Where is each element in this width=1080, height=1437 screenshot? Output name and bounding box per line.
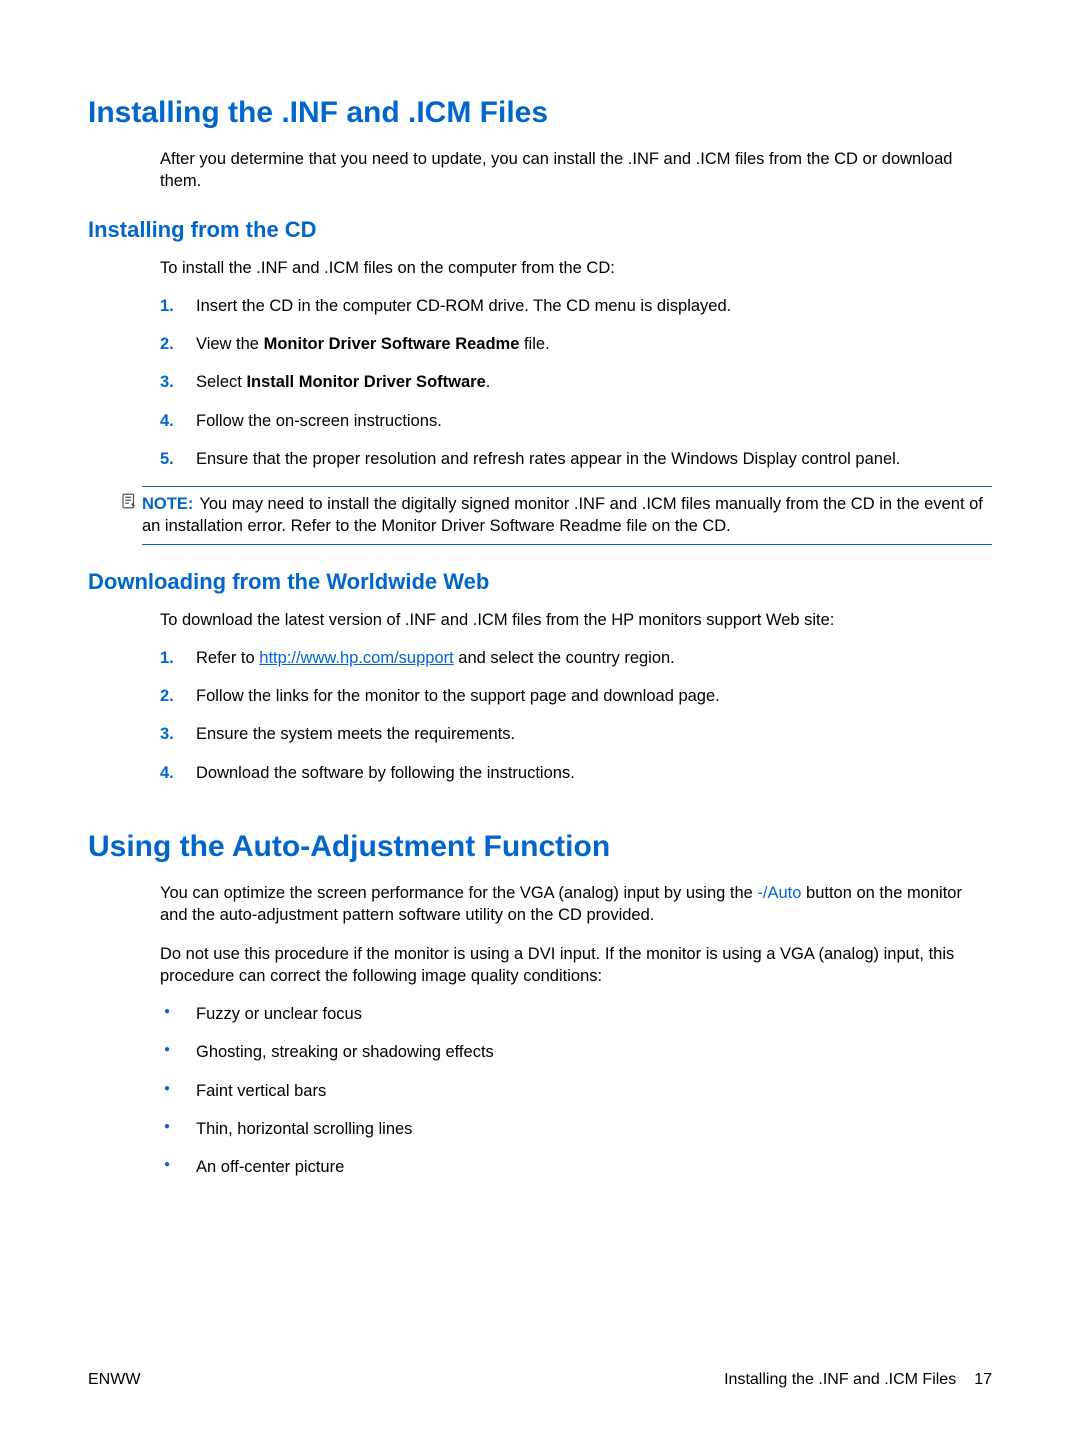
web-intro-paragraph: To download the latest version of .INF a…	[88, 609, 992, 631]
heading-installing-from-cd: Installing from the CD	[88, 217, 992, 243]
step-text-post: and select the country region.	[454, 649, 675, 667]
p1-pre: You can optimize the screen performance …	[160, 884, 757, 902]
step-number: 5.	[160, 448, 174, 470]
list-item: 2. Follow the links for the monitor to t…	[160, 685, 992, 707]
step-text-pre: Refer to	[196, 649, 259, 667]
page-footer: ENWW Installing the .INF and .ICM Files …	[88, 1371, 992, 1389]
conditions-list: Fuzzy or unclear focus Ghosting, streaki…	[88, 1003, 992, 1178]
step-text: Ensure the system meets the requirements…	[196, 725, 515, 743]
list-item: 2. View the Monitor Driver Software Read…	[160, 333, 992, 355]
note-text: You may need to install the digitally si…	[142, 495, 983, 535]
cd-steps-list: 1. Insert the CD in the computer CD-ROM …	[88, 295, 992, 470]
step-number: 4.	[160, 762, 174, 784]
list-item: 5. Ensure that the proper resolution and…	[160, 448, 992, 470]
step-text: Insert the CD in the computer CD-ROM dri…	[196, 297, 731, 315]
step-number: 4.	[160, 410, 174, 432]
step-text-bold: Install Monitor Driver Software	[246, 373, 485, 391]
list-item: An off-center picture	[160, 1156, 992, 1178]
bullet-text: Thin, horizontal scrolling lines	[196, 1120, 412, 1138]
step-number: 1.	[160, 295, 174, 317]
auto-adj-paragraph-2: Do not use this procedure if the monitor…	[88, 943, 992, 988]
cd-intro-paragraph: To install the .INF and .ICM files on th…	[88, 257, 992, 279]
footer-right: Installing the .INF and .ICM Files 17	[724, 1371, 992, 1389]
list-item: 1. Refer to http://www.hp.com/support an…	[160, 647, 992, 669]
step-text-pre: Select	[196, 373, 246, 391]
note-label: NOTE:	[142, 495, 199, 513]
step-number: 3.	[160, 371, 174, 393]
intro-paragraph: After you determine that you need to upd…	[88, 148, 992, 193]
step-text-bold: Monitor Driver Software Readme	[264, 335, 520, 353]
list-item: 4. Download the software by following th…	[160, 762, 992, 784]
step-number: 1.	[160, 647, 174, 669]
web-steps-list: 1. Refer to http://www.hp.com/support an…	[88, 647, 992, 784]
step-text: Download the software by following the i…	[196, 764, 575, 782]
note-block: NOTE:You may need to install the digital…	[142, 486, 992, 545]
page-number: 17	[974, 1371, 992, 1389]
step-text-post: .	[486, 373, 491, 391]
footer-section-title: Installing the .INF and .ICM Files	[724, 1371, 956, 1389]
heading-auto-adjustment: Using the Auto-Adjustment Function	[88, 830, 992, 864]
bullet-text: Fuzzy or unclear focus	[196, 1005, 362, 1023]
bullet-text: Ghosting, streaking or shadowing effects	[196, 1043, 494, 1061]
step-text-post: file.	[519, 335, 549, 353]
list-item: 1. Insert the CD in the computer CD-ROM …	[160, 295, 992, 317]
list-item: 3. Select Install Monitor Driver Softwar…	[160, 371, 992, 393]
bullet-text: Faint vertical bars	[196, 1082, 326, 1100]
note-icon	[120, 492, 138, 510]
list-item: Thin, horizontal scrolling lines	[160, 1118, 992, 1140]
list-item: Ghosting, streaking or shadowing effects	[160, 1041, 992, 1063]
step-text-pre: View the	[196, 335, 264, 353]
step-text: Follow the links for the monitor to the …	[196, 687, 720, 705]
step-text: Follow the on-screen instructions.	[196, 412, 442, 430]
step-number: 3.	[160, 723, 174, 745]
step-number: 2.	[160, 333, 174, 355]
footer-left: ENWW	[88, 1371, 140, 1389]
list-item: 3. Ensure the system meets the requireme…	[160, 723, 992, 745]
step-number: 2.	[160, 685, 174, 707]
list-item: Fuzzy or unclear focus	[160, 1003, 992, 1025]
step-text: Ensure that the proper resolution and re…	[196, 450, 900, 468]
support-link[interactable]: http://www.hp.com/support	[259, 649, 453, 667]
list-item: 4. Follow the on-screen instructions.	[160, 410, 992, 432]
auto-adj-paragraph-1: You can optimize the screen performance …	[88, 882, 992, 927]
document-page: Installing the .INF and .ICM Files After…	[0, 0, 1080, 1178]
list-item: Faint vertical bars	[160, 1080, 992, 1102]
auto-button-label: -/Auto	[757, 884, 801, 902]
heading-installing-inf-icm: Installing the .INF and .ICM Files	[88, 96, 992, 130]
heading-downloading-web: Downloading from the Worldwide Web	[88, 569, 992, 595]
bullet-text: An off-center picture	[196, 1158, 344, 1176]
